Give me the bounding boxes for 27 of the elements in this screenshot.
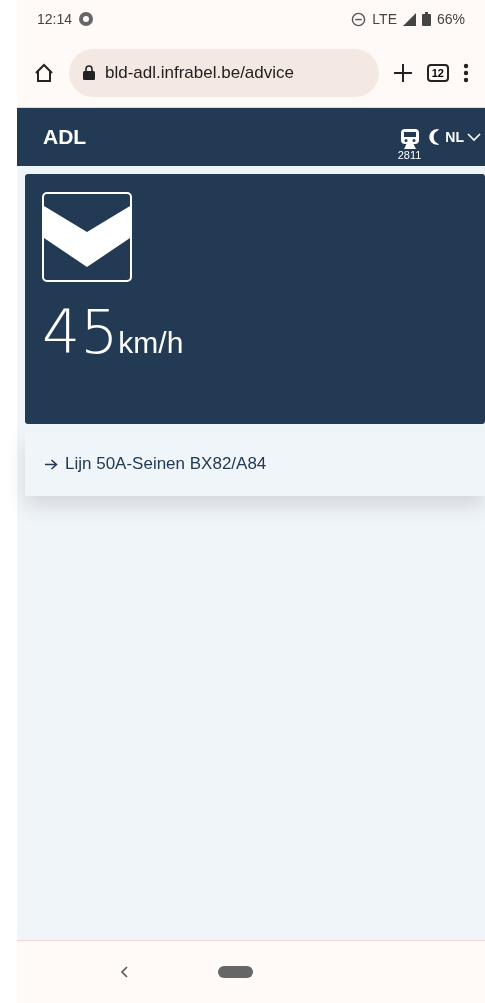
tab-switcher-button[interactable]: 12 bbox=[426, 63, 449, 82]
url-text: bld-adl.infrabel.be/advice bbox=[105, 62, 294, 83]
battery-icon bbox=[421, 12, 431, 26]
signal-icon bbox=[402, 12, 416, 26]
more-menu-icon[interactable] bbox=[463, 62, 469, 83]
moon-icon[interactable] bbox=[427, 129, 440, 145]
home-icon[interactable] bbox=[33, 61, 55, 84]
language-selector[interactable]: NL bbox=[445, 129, 481, 145]
address-bar[interactable]: bld-adl.infrabel.be/advice bbox=[69, 48, 379, 97]
train-number: 2811 bbox=[397, 149, 422, 161]
lock-icon bbox=[83, 65, 95, 80]
speed-unit: km/h bbox=[118, 326, 184, 360]
home-handle[interactable] bbox=[218, 966, 253, 978]
do-not-disturb-icon bbox=[351, 11, 367, 27]
battery-percent: 66% bbox=[436, 11, 465, 27]
status-time: 12:14 bbox=[37, 11, 73, 27]
new-tab-icon[interactable] bbox=[392, 62, 413, 83]
chevron-sign-icon bbox=[42, 192, 132, 282]
chevron-down-icon bbox=[467, 132, 481, 142]
speed-value: 45 bbox=[42, 302, 119, 362]
chrome-icon bbox=[78, 11, 95, 27]
arrow-right-icon bbox=[45, 458, 58, 470]
route-text: Lijn 50A-Seinen BX82/A84 bbox=[65, 454, 267, 474]
network-label: LTE bbox=[372, 11, 397, 27]
back-icon[interactable] bbox=[120, 966, 128, 978]
app-title: ADL bbox=[43, 125, 87, 149]
train-icon[interactable] bbox=[399, 127, 420, 150]
